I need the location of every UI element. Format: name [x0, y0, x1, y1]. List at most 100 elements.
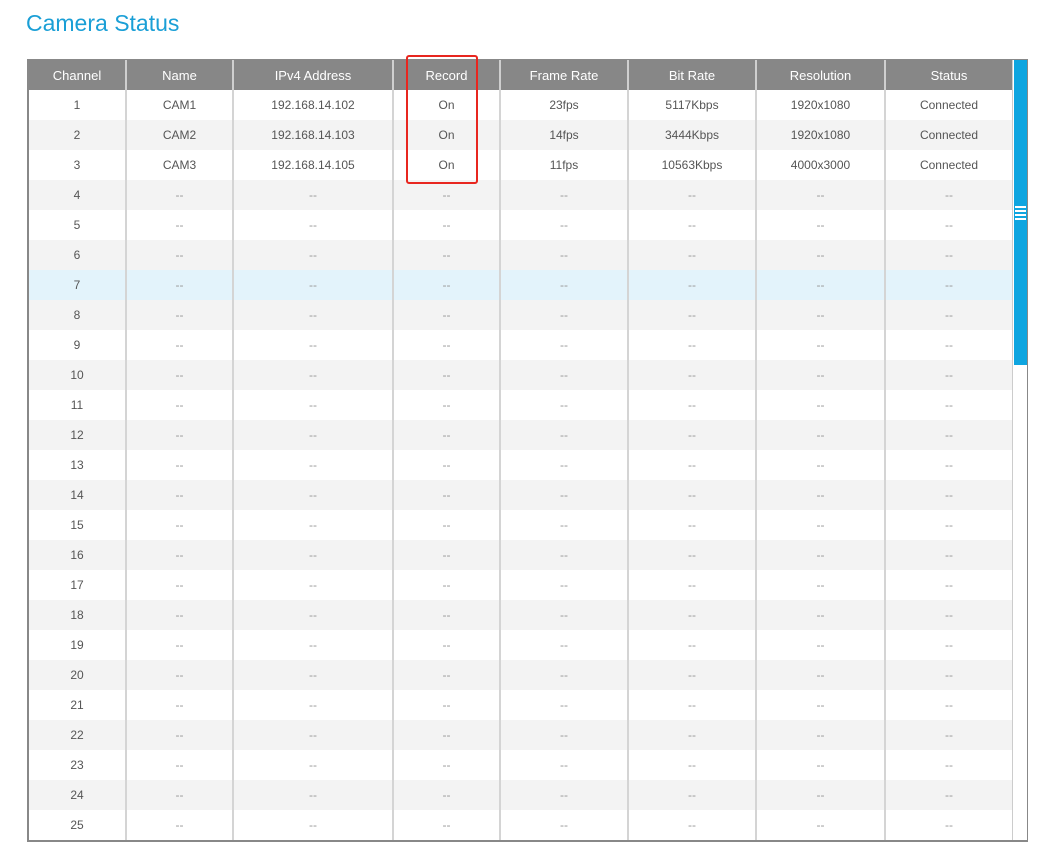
cell-bit-rate: -- — [628, 450, 757, 480]
table-row[interactable]: 3 CAM3 192.168.14.105 On 11fps 10563Kbps 4000x… — [29, 150, 1014, 180]
cell-name: CAM1 — [126, 90, 234, 120]
cell-frame-rate: -- — [500, 270, 629, 300]
table-row[interactable]: 10 -- -- -- -- -- -- -- — [29, 360, 1014, 390]
cell-name: -- — [126, 300, 234, 330]
table-row[interactable]: 21 -- -- -- -- -- -- -- — [29, 690, 1014, 720]
cell-bit-rate: -- — [628, 630, 757, 660]
cell-bit-rate: -- — [628, 780, 757, 810]
cell-frame-rate: 14fps — [500, 120, 629, 150]
column-header-resolution: Resolution — [756, 60, 886, 90]
cell-name: -- — [126, 780, 234, 810]
camera-status-table-container: Channel Name IPv4 Address Record Frame Rate B… — [27, 59, 1028, 842]
cell-frame-rate: -- — [500, 780, 629, 810]
cell-status: -- — [885, 480, 1014, 510]
table-row[interactable]: 12 -- -- -- -- -- -- -- — [29, 420, 1014, 450]
cell-bit-rate: -- — [628, 360, 757, 390]
cell-status: -- — [885, 210, 1014, 240]
cell-status: -- — [885, 630, 1014, 660]
cell-status: -- — [885, 540, 1014, 570]
table-row[interactable]: 23 -- -- -- -- -- -- -- — [29, 750, 1014, 780]
cell-record: -- — [393, 240, 501, 270]
cell-status: -- — [885, 360, 1014, 390]
cell-ipv4-address: -- — [233, 750, 394, 780]
cell-channel: 8 — [29, 300, 127, 330]
cell-name: -- — [126, 240, 234, 270]
cell-channel: 10 — [29, 360, 127, 390]
cell-channel: 20 — [29, 660, 127, 690]
cell-status: Connected — [885, 120, 1014, 150]
table-row[interactable]: 18 -- -- -- -- -- -- -- — [29, 600, 1014, 630]
cell-resolution: -- — [756, 690, 886, 720]
cell-record: -- — [393, 600, 501, 630]
cell-record: -- — [393, 630, 501, 660]
table-row[interactable]: 7 -- -- -- -- -- -- -- — [29, 270, 1014, 300]
cell-channel: 4 — [29, 180, 127, 210]
cell-ipv4-address: -- — [233, 690, 394, 720]
table-row[interactable]: 25 -- -- -- -- -- -- -- — [29, 810, 1014, 840]
cell-frame-rate: -- — [500, 180, 629, 210]
cell-bit-rate: -- — [628, 570, 757, 600]
table-row[interactable]: 11 -- -- -- -- -- -- -- — [29, 390, 1014, 420]
cell-frame-rate: -- — [500, 330, 629, 360]
cell-name: CAM3 — [126, 150, 234, 180]
cell-ipv4-address: -- — [233, 300, 394, 330]
camera-status-table: Channel Name IPv4 Address Record Frame Rate B… — [29, 60, 1014, 840]
cell-record: -- — [393, 360, 501, 390]
cell-bit-rate: 5117Kbps — [628, 90, 757, 120]
cell-ipv4-address: -- — [233, 330, 394, 360]
cell-name: -- — [126, 810, 234, 840]
cell-resolution: -- — [756, 390, 886, 420]
cell-resolution: -- — [756, 180, 886, 210]
cell-record: -- — [393, 720, 501, 750]
cell-frame-rate: -- — [500, 510, 629, 540]
table-row[interactable]: 4 -- -- -- -- -- -- -- — [29, 180, 1014, 210]
scrollbar-thumb[interactable] — [1014, 60, 1027, 365]
table-row[interactable]: 14 -- -- -- -- -- -- -- — [29, 480, 1014, 510]
cell-status: -- — [885, 390, 1014, 420]
cell-resolution: -- — [756, 810, 886, 840]
table-row[interactable]: 22 -- -- -- -- -- -- -- — [29, 720, 1014, 750]
table-row[interactable]: 5 -- -- -- -- -- -- -- — [29, 210, 1014, 240]
cell-status: -- — [885, 750, 1014, 780]
table-row[interactable]: 17 -- -- -- -- -- -- -- — [29, 570, 1014, 600]
table-row[interactable]: 1 CAM1 192.168.14.102 On 23fps 5117Kbps 1920x1… — [29, 90, 1014, 120]
table-row[interactable]: 19 -- -- -- -- -- -- -- — [29, 630, 1014, 660]
cell-frame-rate: -- — [500, 570, 629, 600]
cell-bit-rate: -- — [628, 180, 757, 210]
cell-bit-rate: -- — [628, 420, 757, 450]
cell-record: -- — [393, 180, 501, 210]
cell-channel: 5 — [29, 210, 127, 240]
cell-record: -- — [393, 690, 501, 720]
cell-ipv4-address: -- — [233, 450, 394, 480]
cell-bit-rate: -- — [628, 210, 757, 240]
column-header-ipv4-address: IPv4 Address — [233, 60, 394, 90]
table-row[interactable]: 16 -- -- -- -- -- -- -- — [29, 540, 1014, 570]
cell-ipv4-address: -- — [233, 420, 394, 450]
vertical-scrollbar[interactable] — [1012, 60, 1027, 840]
cell-name: -- — [126, 390, 234, 420]
cell-ipv4-address: -- — [233, 270, 394, 300]
cell-ipv4-address: -- — [233, 240, 394, 270]
cell-frame-rate: -- — [500, 360, 629, 390]
cell-name: -- — [126, 330, 234, 360]
table-row[interactable]: 24 -- -- -- -- -- -- -- — [29, 780, 1014, 810]
cell-status: -- — [885, 810, 1014, 840]
table-row[interactable]: 6 -- -- -- -- -- -- -- — [29, 240, 1014, 270]
cell-ipv4-address: -- — [233, 480, 394, 510]
cell-frame-rate: -- — [500, 660, 629, 690]
cell-status: -- — [885, 180, 1014, 210]
table-row[interactable]: 8 -- -- -- -- -- -- -- — [29, 300, 1014, 330]
cell-resolution: -- — [756, 240, 886, 270]
cell-channel: 14 — [29, 480, 127, 510]
cell-bit-rate: -- — [628, 510, 757, 540]
table-row[interactable]: 13 -- -- -- -- -- -- -- — [29, 450, 1014, 480]
table-row[interactable]: 20 -- -- -- -- -- -- -- — [29, 660, 1014, 690]
cell-resolution: -- — [756, 330, 886, 360]
cell-bit-rate: -- — [628, 390, 757, 420]
cell-record: -- — [393, 780, 501, 810]
table-row[interactable]: 2 CAM2 192.168.14.103 On 14fps 3444Kbps 1920x1… — [29, 120, 1014, 150]
table-row[interactable]: 9 -- -- -- -- -- -- -- — [29, 330, 1014, 360]
table-row[interactable]: 15 -- -- -- -- -- -- -- — [29, 510, 1014, 540]
cell-ipv4-address: 192.168.14.103 — [233, 120, 394, 150]
cell-channel: 17 — [29, 570, 127, 600]
